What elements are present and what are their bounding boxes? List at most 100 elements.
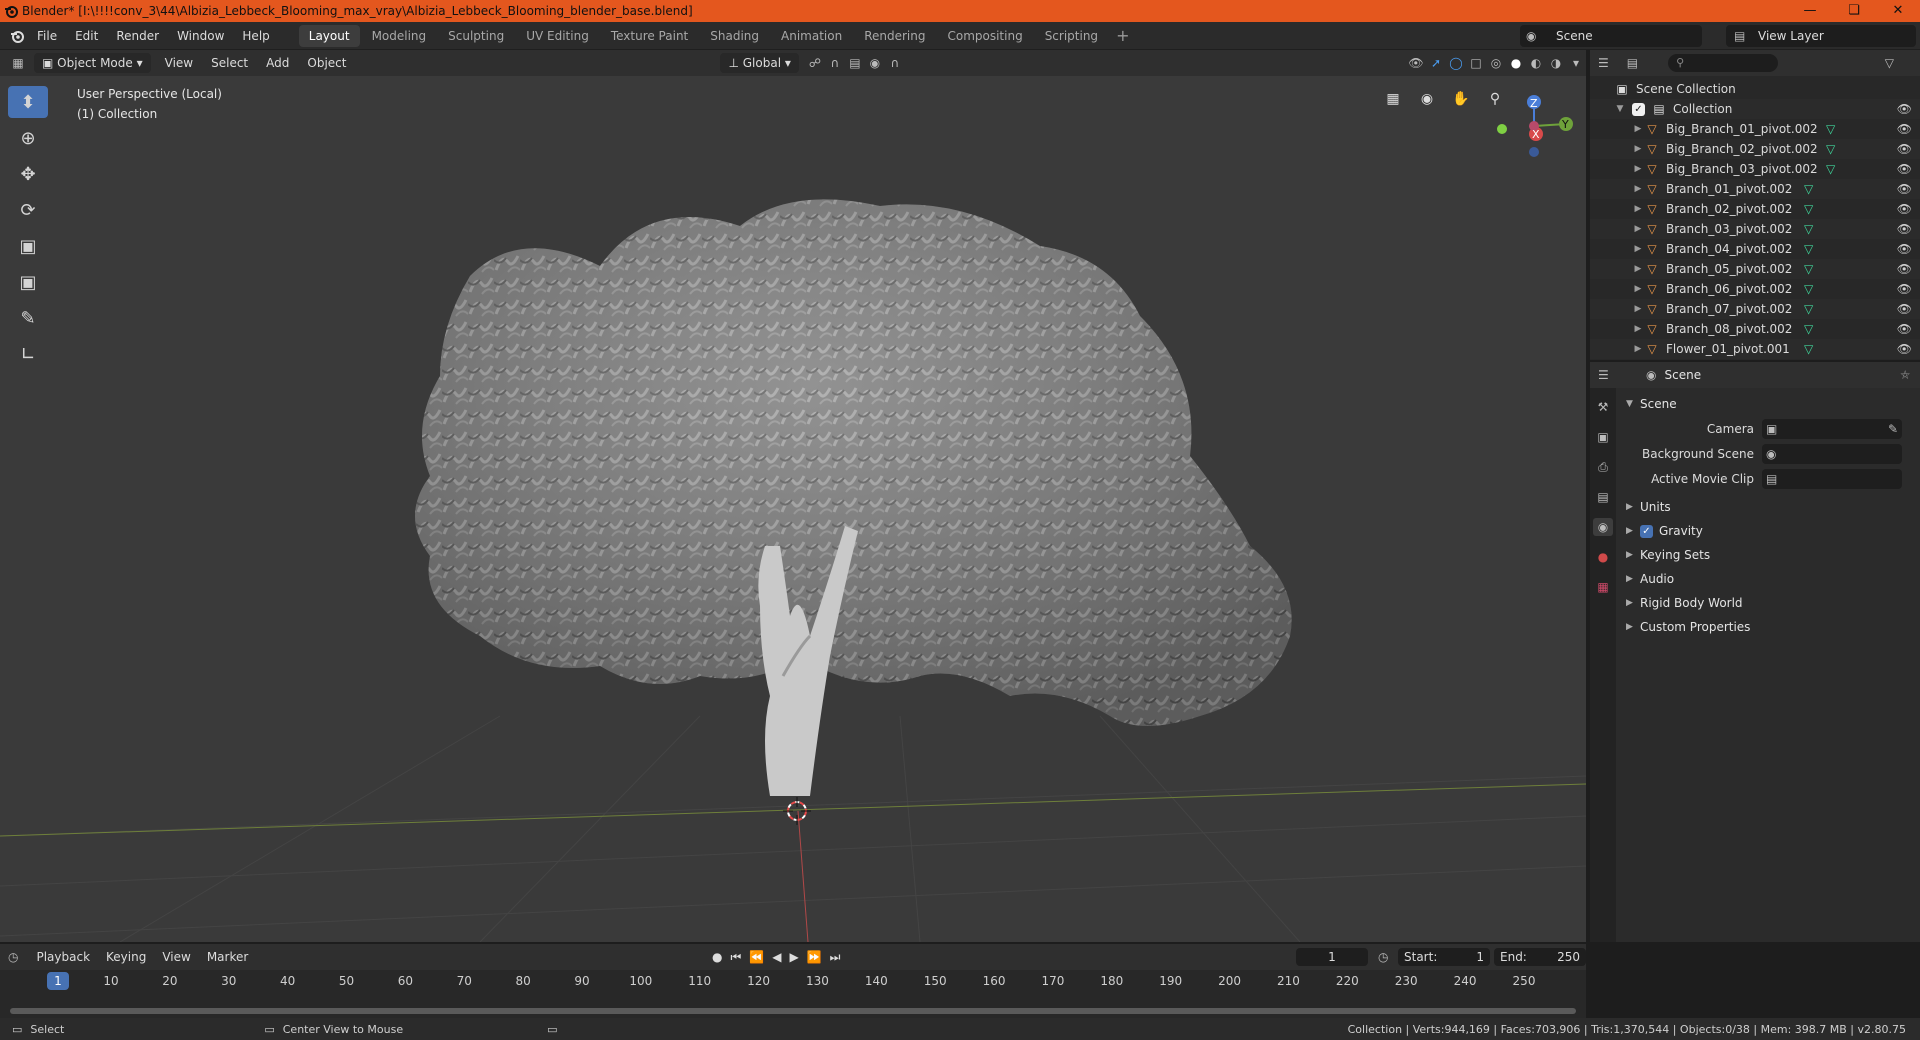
gravity-checkbox[interactable]: ✓ <box>1640 524 1653 538</box>
display-mode-icon[interactable]: ▤ <box>1627 56 1638 70</box>
mesh-data-icon[interactable]: ▽ <box>1826 162 1835 176</box>
record-icon[interactable]: ● <box>712 950 722 965</box>
filter-icon[interactable]: ▽ <box>1885 56 1894 70</box>
menu-select[interactable]: Select <box>203 53 256 73</box>
properties-editor-icon[interactable]: ☰ <box>1598 368 1609 382</box>
texture-tab-icon[interactable]: ▦ <box>1593 578 1613 596</box>
outliner-object-row[interactable]: ▶ ▽ Flower_01_pivot.001 ▽ 👁 <box>1590 339 1920 359</box>
eye-icon[interactable]: 👁 <box>1897 122 1912 136</box>
3d-viewport[interactable]: Z Y X ⬍ ⊕ ✥ ⟳ ▣ ▣ ✎ ∟ User Perspective (… <box>0 76 1586 942</box>
eye-icon[interactable]: 👁 <box>1897 222 1912 236</box>
menu-playback[interactable]: Playback <box>28 950 98 964</box>
gizmo-icon[interactable]: ➚ <box>1426 53 1446 73</box>
mesh-data-icon[interactable]: ▽ <box>1804 282 1813 296</box>
expand-arrow-icon[interactable]: ▶ <box>1632 304 1644 314</box>
expand-arrow-icon[interactable]: ▶ <box>1632 324 1644 334</box>
prev-keyframe-icon[interactable]: ⏪ <box>749 950 764 965</box>
pan-hand-icon[interactable]: ✋ <box>1448 86 1474 112</box>
falloff-icon[interactable]: ∩ <box>885 53 905 73</box>
expand-arrow-icon[interactable]: ▶ <box>1632 284 1644 294</box>
overlay-icon[interactable]: ◯ <box>1446 53 1466 73</box>
expand-arrow-icon[interactable]: ▶ <box>1632 124 1644 134</box>
scene-section-header[interactable]: ▼ Scene <box>1620 392 1916 416</box>
solid-shading-icon[interactable]: ● <box>1506 53 1526 73</box>
tab-modeling[interactable]: Modeling <box>362 25 437 47</box>
keying-sets-section[interactable]: ▶ Keying Sets <box>1620 543 1916 567</box>
eye-icon[interactable]: 👁 <box>1897 322 1912 336</box>
jump-end-icon[interactable]: ⏭ <box>830 950 841 965</box>
eye-icon[interactable]: 👁 <box>1897 242 1912 256</box>
mesh-data-icon[interactable]: ▽ <box>1804 182 1813 196</box>
expand-arrow-icon[interactable]: ▶ <box>1632 244 1644 254</box>
tab-scripting[interactable]: Scripting <box>1035 25 1108 47</box>
clock-icon[interactable]: ◷ <box>1378 950 1388 964</box>
menu-window[interactable]: Window <box>168 29 233 43</box>
audio-section[interactable]: ▶ Audio <box>1620 567 1916 591</box>
mesh-data-icon[interactable]: ▽ <box>1826 142 1835 156</box>
scene-selector[interactable]: ◉ Scene <box>1520 25 1702 47</box>
current-frame-field[interactable]: 1 <box>1296 948 1368 966</box>
rigid-body-world-section[interactable]: ▶ Rigid Body World <box>1620 591 1916 615</box>
transform-tool-icon[interactable]: ▣ <box>8 266 48 298</box>
custom-properties-section[interactable]: ▶ Custom Properties <box>1620 615 1916 639</box>
eye-icon[interactable]: 👁 <box>1897 202 1912 216</box>
expand-arrow-icon[interactable]: ▶ <box>1632 144 1644 154</box>
eye-icon[interactable]: 👁 <box>1897 282 1912 296</box>
add-workspace-icon[interactable]: + <box>1108 26 1137 45</box>
xray-icon[interactable]: □ <box>1466 53 1486 73</box>
start-frame-field[interactable]: Start: 1 <box>1398 948 1490 966</box>
collection-row[interactable]: ▼ ✓ ▤ Collection 👁 <box>1590 99 1920 119</box>
menu-object[interactable]: Object <box>299 53 354 73</box>
output-tab-icon[interactable]: ⎙ <box>1593 458 1613 476</box>
tab-compositing[interactable]: Compositing <box>937 25 1032 47</box>
eye-icon[interactable]: 👁 <box>1897 142 1912 156</box>
mesh-data-icon[interactable]: ▽ <box>1804 302 1813 316</box>
end-frame-field[interactable]: End: 250 <box>1494 948 1586 966</box>
collection-checkbox[interactable]: ✓ <box>1632 102 1645 116</box>
rotate-tool-icon[interactable]: ⟳ <box>8 194 48 226</box>
tab-animation[interactable]: Animation <box>771 25 852 47</box>
outliner-object-row[interactable]: ▶ ▽ Branch_04_pivot.002 ▽ 👁 <box>1590 239 1920 259</box>
menu-render[interactable]: Render <box>107 29 168 43</box>
menu-view[interactable]: View <box>157 53 201 73</box>
eye-icon[interactable]: 👁 <box>1897 102 1912 116</box>
timeline-scrollbar[interactable] <box>10 1008 1576 1014</box>
expand-arrow-icon[interactable]: ▶ <box>1632 224 1644 234</box>
outliner-object-row[interactable]: ▶ ▽ Branch_01_pivot.002 ▽ 👁 <box>1590 179 1920 199</box>
world-tab-icon[interactable]: ● <box>1593 548 1613 566</box>
eye-icon[interactable]: 👁 <box>1897 182 1912 196</box>
wireframe-shading-icon[interactable]: ◎ <box>1486 53 1506 73</box>
outliner-search-input[interactable]: ⚲ <box>1668 54 1779 72</box>
expand-arrow-icon[interactable]: ▼ <box>1614 104 1626 114</box>
scale-tool-icon[interactable]: ▣ <box>8 230 48 262</box>
zoom-icon[interactable]: ⚲ <box>1482 86 1508 112</box>
menu-edit[interactable]: Edit <box>66 29 107 43</box>
mesh-data-icon[interactable]: ▽ <box>1804 242 1813 256</box>
expand-arrow-icon[interactable]: ▶ <box>1632 264 1644 274</box>
timeline-ruler[interactable]: 1 10 20 30 40 50 60 70 80 90 100 110 120 130 140 150 160… <box>0 970 1586 992</box>
jump-start-icon[interactable]: ⏮ <box>730 950 741 965</box>
outliner-object-row[interactable]: ▶ ▽ Branch_07_pivot.002 ▽ 👁 <box>1590 299 1920 319</box>
menu-add[interactable]: Add <box>258 53 297 73</box>
restore-button[interactable]: ❏ <box>1832 0 1876 22</box>
tab-shading[interactable]: Shading <box>700 25 769 47</box>
material-shading-icon[interactable]: ◐ <box>1526 53 1546 73</box>
view-layer-selector[interactable]: ▤ View Layer <box>1726 25 1916 47</box>
move-tool-icon[interactable]: ✥ <box>8 158 48 190</box>
play-reverse-icon[interactable]: ◀ <box>772 950 781 965</box>
eye-icon[interactable]: 👁 <box>1897 302 1912 316</box>
mesh-data-icon[interactable]: ▽ <box>1804 262 1813 276</box>
editor-type-icon[interactable]: ▦ <box>8 53 28 73</box>
grid-view-icon[interactable]: ▦ <box>1380 86 1406 112</box>
outliner-object-row[interactable]: ▶ ▽ Branch_06_pivot.002 ▽ 👁 <box>1590 279 1920 299</box>
expand-arrow-icon[interactable]: ▶ <box>1632 344 1644 354</box>
camera-field[interactable]: ▣ ✎ <box>1762 418 1902 439</box>
tool-tab-icon[interactable]: ⚒ <box>1593 398 1613 416</box>
outliner-object-row[interactable]: ▶ ▽ Branch_02_pivot.002 ▽ 👁 <box>1590 199 1920 219</box>
shading-options-icon[interactable]: ▾ <box>1566 53 1586 73</box>
render-tab-icon[interactable]: ▣ <box>1593 428 1613 446</box>
tab-layout[interactable]: Layout <box>298 24 360 47</box>
menu-file[interactable]: File <box>28 29 66 43</box>
cursor-tool-icon[interactable]: ⊕ <box>8 122 48 154</box>
mesh-data-icon[interactable]: ▽ <box>1804 322 1813 336</box>
